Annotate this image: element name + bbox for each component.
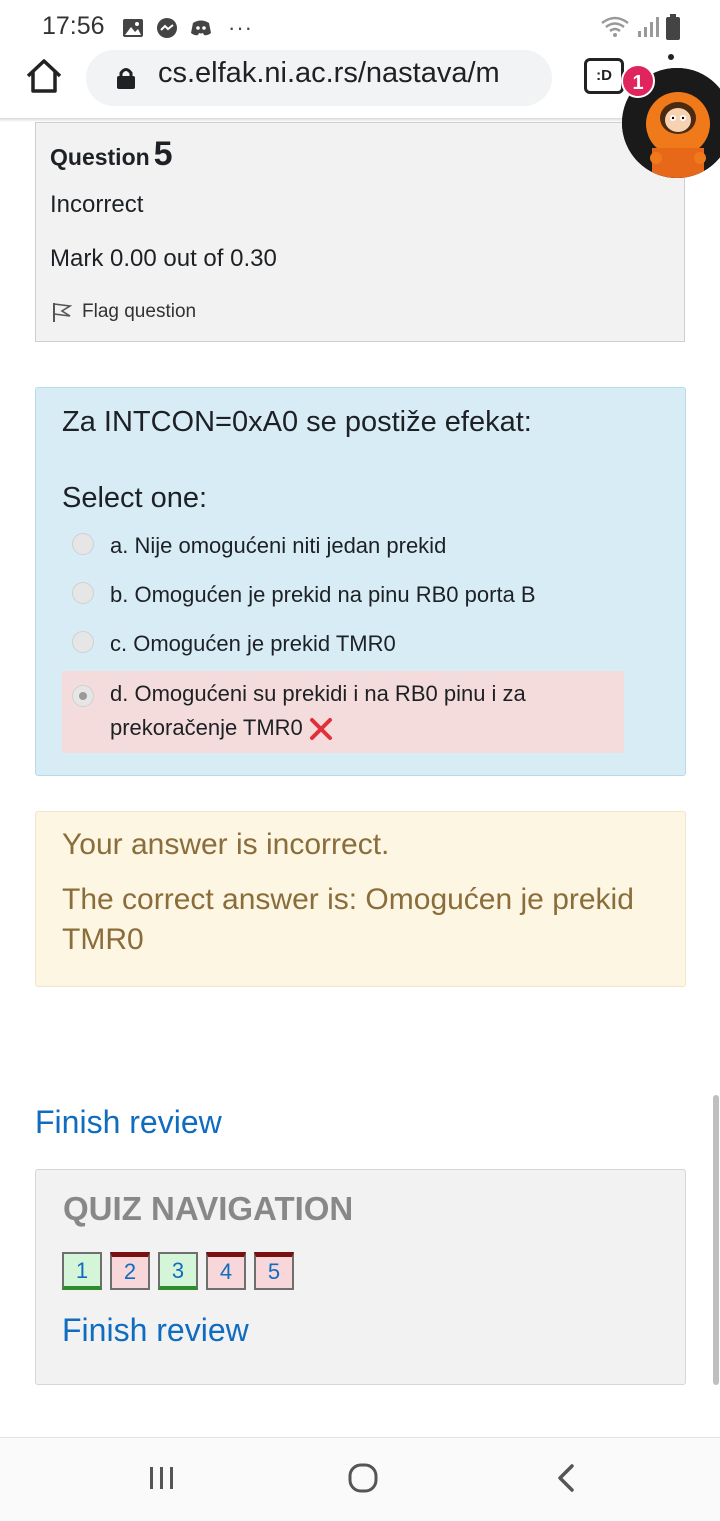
quiz-nav-question-4[interactable]: 4 xyxy=(206,1252,246,1290)
signal-icon xyxy=(638,17,659,37)
question-title-prefix: Question xyxy=(50,144,150,170)
question-state: Incorrect xyxy=(50,191,144,218)
notification-badge: 1 xyxy=(621,64,655,98)
home-nav-icon[interactable] xyxy=(343,1458,383,1498)
system-navigation-bar xyxy=(0,1437,720,1521)
question-formulation: Za INTCON=0xA0 se postiže efekat: Select… xyxy=(35,387,686,776)
home-icon[interactable] xyxy=(24,56,64,96)
quiz-navigation-block: QUIZ NAVIGATION 1 2 3 4 5 Finish review xyxy=(35,1169,686,1385)
page-scrollbar[interactable] xyxy=(713,1095,719,1385)
question-mark: Mark 0.00 out of 0.30 xyxy=(50,245,277,272)
status-bar: 17:56 ··· xyxy=(0,0,720,52)
flag-question-link[interactable]: Flag question xyxy=(50,300,196,324)
answer-option-d[interactable]: d. Omogućeni su prekidi i na RB0 pinu i … xyxy=(62,671,624,753)
answer-radio-c[interactable] xyxy=(72,631,94,653)
quiz-nav-question-5[interactable]: 5 xyxy=(254,1252,294,1290)
answer-option-b[interactable]: b. Omogućen je prekid na pinu RB0 porta … xyxy=(62,578,624,612)
status-time: 17:56 xyxy=(42,12,105,40)
question-number: 5 xyxy=(153,135,173,173)
answer-label-a: a. Nije omogućeni niti jedan prekid xyxy=(110,533,447,558)
answer-feedback: Your answer is incorrect. The correct an… xyxy=(35,811,686,987)
answer-radio-d[interactable] xyxy=(72,685,94,707)
tab-switcher-button[interactable]: :D xyxy=(584,58,624,94)
wifi-icon xyxy=(601,16,629,37)
finish-review-link[interactable]: Finish review xyxy=(35,1104,222,1141)
status-system-icons xyxy=(600,14,680,40)
answer-option-a[interactable]: a. Nije omogućeni niti jedan prekid xyxy=(62,529,624,563)
answer-label-d: d. Omogućeni su prekidi i na RB0 pinu i … xyxy=(110,677,580,745)
status-notification-icons: ··· xyxy=(122,15,253,41)
flag-icon xyxy=(53,303,73,322)
recent-apps-icon[interactable] xyxy=(142,1458,182,1498)
quiz-navigation-title: QUIZ NAVIGATION xyxy=(63,1190,354,1227)
incorrect-x-icon xyxy=(309,718,332,741)
url-text[interactable]: cs.elfak.ni.ac.rs/nastava/m xyxy=(158,57,538,90)
back-icon[interactable] xyxy=(546,1458,586,1498)
discord-icon xyxy=(191,20,211,36)
answer-option-c[interactable]: c. Omogućen je prekid TMR0 xyxy=(62,627,624,661)
browser-toolbar: cs.elfak.ni.ac.rs/nastava/m :D xyxy=(0,50,720,120)
feedback-incorrect: Your answer is incorrect. xyxy=(62,828,390,861)
answer-label-b: b. Omogućen je prekid na pinu RB0 porta … xyxy=(110,582,536,607)
answer-label-c: c. Omogućen je prekid TMR0 xyxy=(110,631,396,656)
feedback-correct-answer: The correct answer is: Omogućen je preki… xyxy=(62,883,634,956)
address-bar[interactable]: cs.elfak.ni.ac.rs/nastava/m xyxy=(86,50,552,106)
question-title: Question 5 xyxy=(50,135,173,174)
quiz-navigation-buttons: 1 2 3 4 5 xyxy=(62,1252,294,1290)
lock-icon xyxy=(117,68,135,89)
status-more-icon: ··· xyxy=(228,15,253,40)
question-text: Za INTCON=0xA0 se postiže efekat: xyxy=(62,406,532,438)
gallery-icon xyxy=(123,19,143,37)
browser-menu-icon[interactable] xyxy=(668,54,674,60)
answer-radio-a[interactable] xyxy=(72,533,94,555)
messenger-icon xyxy=(157,18,177,38)
question-info-box: Question 5 Incorrect Mark 0.00 out of 0.3… xyxy=(35,122,685,342)
quiz-nav-finish-review-link[interactable]: Finish review xyxy=(62,1312,249,1349)
battery-icon xyxy=(666,14,680,40)
select-prompt: Select one: xyxy=(62,482,208,514)
flag-question-label[interactable]: Flag question xyxy=(82,301,196,323)
quiz-nav-question-2[interactable]: 2 xyxy=(110,1252,150,1290)
quiz-nav-question-3[interactable]: 3 xyxy=(158,1252,198,1290)
answer-radio-b[interactable] xyxy=(72,582,94,604)
quiz-nav-question-1[interactable]: 1 xyxy=(62,1252,102,1290)
